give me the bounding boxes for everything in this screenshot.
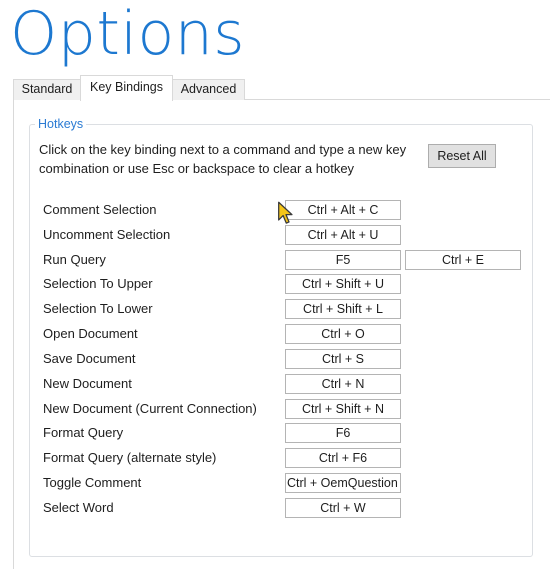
- command-label: New Document: [43, 375, 132, 391]
- hotkey-row: Select Word Ctrl + W: [0, 497, 550, 518]
- key-binding-primary-input[interactable]: F6: [285, 423, 401, 444]
- hotkey-row: Run Query F5 Ctrl + E: [0, 249, 550, 270]
- command-label: Toggle Comment: [43, 475, 142, 491]
- hotkey-row: Selection To Lower Ctrl + Shift + L: [0, 299, 550, 320]
- hotkey-row: Uncomment Selection Ctrl + Alt + U: [0, 224, 550, 245]
- hotkey-row: Comment Selection Ctrl + Alt + C: [0, 200, 550, 220]
- key-binding-primary-input[interactable]: Ctrl + W: [285, 497, 401, 518]
- key-binding-primary-input[interactable]: Ctrl + OemQuestion: [285, 473, 401, 494]
- command-label: Comment Selection: [43, 202, 157, 217]
- hotkey-row: Save Document Ctrl + S: [0, 348, 550, 369]
- hotkeys-group-label: Hotkeys: [35, 116, 87, 132]
- command-label: Selection To Upper: [43, 276, 153, 292]
- command-label: Format Query (alternate style): [43, 450, 217, 466]
- command-label: Open Document: [43, 326, 138, 342]
- key-binding-primary-input[interactable]: Ctrl + Shift + N: [285, 398, 401, 419]
- key-binding-primary-input[interactable]: Ctrl + Alt + C: [285, 200, 401, 220]
- command-label: Run Query: [43, 251, 106, 267]
- hotkey-row: Open Document Ctrl + O: [0, 324, 550, 345]
- key-binding-primary-input[interactable]: Ctrl + F6: [285, 448, 401, 469]
- hotkey-row: Selection To Upper Ctrl + Shift + U: [0, 274, 550, 295]
- tab-key-bindings[interactable]: Key Bindings: [80, 75, 173, 101]
- page-title: Options: [10, 0, 246, 69]
- key-binding-secondary-input[interactable]: Ctrl + E: [405, 249, 521, 270]
- command-label: Uncomment Selection: [43, 226, 171, 242]
- key-binding-primary-input[interactable]: Ctrl + Shift + L: [285, 299, 401, 320]
- key-binding-primary-input[interactable]: F5: [285, 249, 401, 270]
- command-label: New Document (Current Connection): [43, 400, 257, 416]
- reset-all-button[interactable]: Reset All: [428, 144, 496, 168]
- hotkey-row: New Document Ctrl + N: [0, 373, 550, 394]
- hotkey-row: Toggle Comment Ctrl + OemQuestion: [0, 473, 550, 494]
- hotkey-row: Format Query (alternate style) Ctrl + F6: [0, 448, 550, 469]
- key-binding-primary-input[interactable]: Ctrl + O: [285, 324, 401, 345]
- tab-advanced[interactable]: Advanced: [172, 79, 245, 100]
- command-label: Save Document: [43, 350, 136, 366]
- hotkey-row: New Document (Current Connection) Ctrl + …: [0, 398, 550, 419]
- key-binding-primary-input[interactable]: Ctrl + Shift + U: [285, 274, 401, 295]
- key-binding-primary-input[interactable]: Ctrl + Alt + U: [285, 224, 401, 245]
- command-label: Select Word: [43, 499, 114, 515]
- tab-standard[interactable]: Standard: [13, 79, 81, 100]
- instructions-text: Click on the key binding next to a comma…: [39, 142, 407, 176]
- key-binding-primary-input[interactable]: Ctrl + N: [285, 373, 401, 394]
- command-label: Selection To Lower: [43, 301, 153, 317]
- hotkey-row: Format Query F6: [0, 423, 550, 444]
- key-binding-primary-input[interactable]: Ctrl + S: [285, 348, 401, 369]
- command-label: Format Query: [43, 425, 124, 441]
